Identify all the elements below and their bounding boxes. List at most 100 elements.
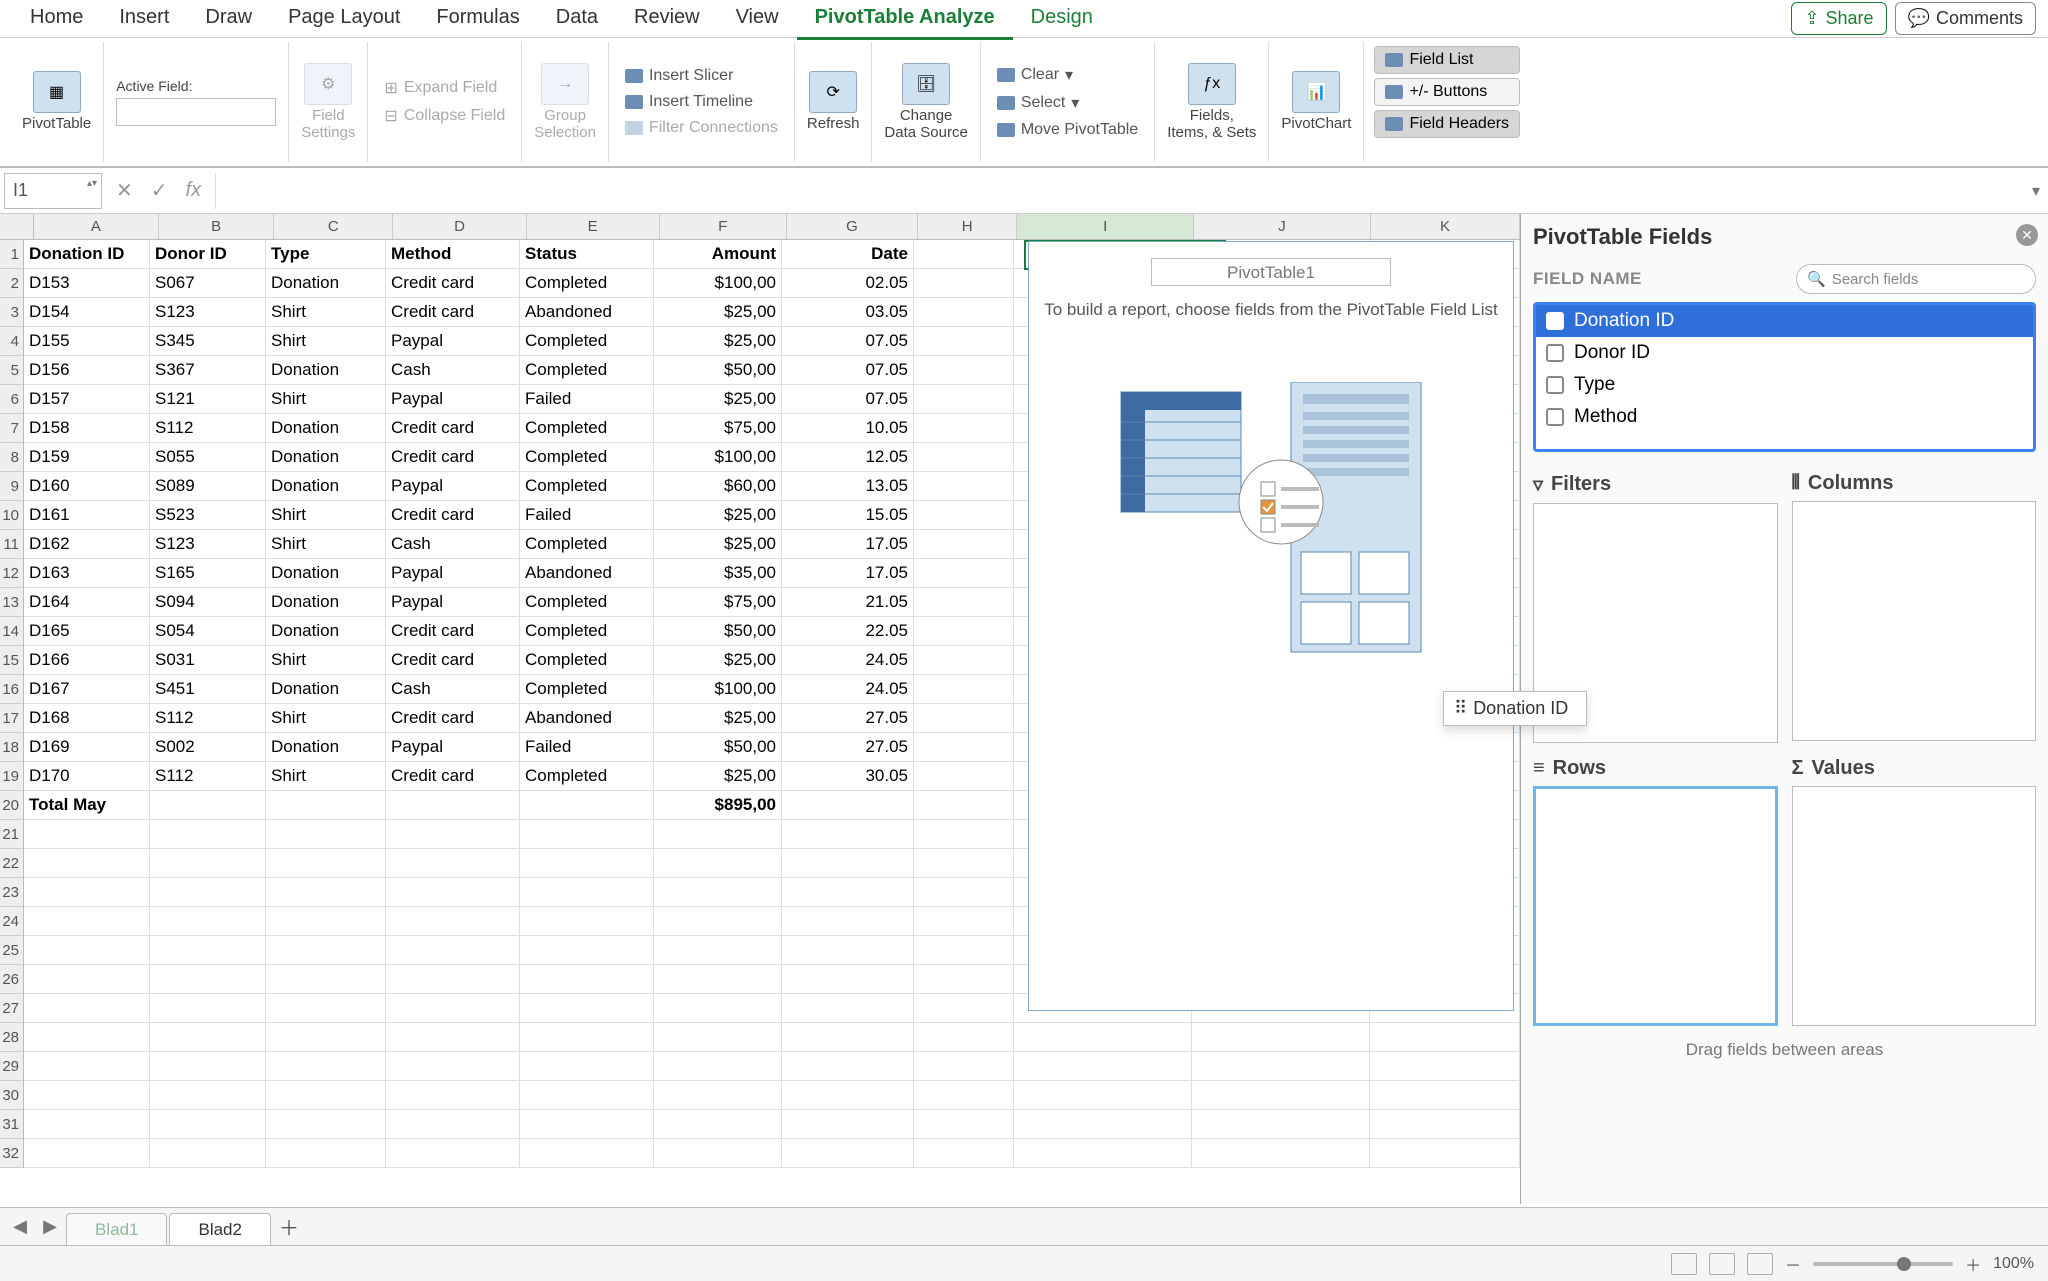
- cell[interactable]: [654, 965, 782, 994]
- view-normal-icon[interactable]: [1671, 1253, 1697, 1275]
- field-item-donor-id[interactable]: Donor ID: [1536, 337, 2033, 369]
- cell[interactable]: Date: [782, 240, 914, 269]
- cell[interactable]: $25,00: [654, 327, 782, 356]
- cell[interactable]: Donation: [266, 617, 386, 646]
- row-header[interactable]: 31: [0, 1110, 23, 1139]
- row-header[interactable]: 29: [0, 1052, 23, 1081]
- col-header-C[interactable]: C: [274, 214, 393, 239]
- cell[interactable]: S054: [150, 617, 266, 646]
- cell[interactable]: [266, 907, 386, 936]
- cell[interactable]: [520, 1081, 654, 1110]
- row-header[interactable]: 22: [0, 849, 23, 878]
- cell[interactable]: [386, 907, 520, 936]
- select-button[interactable]: Select ▾: [993, 90, 1084, 116]
- cell[interactable]: Shirt: [266, 501, 386, 530]
- cell[interactable]: S451: [150, 675, 266, 704]
- cell[interactable]: [1014, 1081, 1192, 1110]
- tab-review[interactable]: Review: [616, 0, 718, 40]
- share-button[interactable]: ⇪Share: [1791, 2, 1886, 35]
- select-all-corner[interactable]: [0, 214, 34, 239]
- refresh-button[interactable]: ⟳ Refresh: [795, 42, 873, 162]
- zoom-level[interactable]: 100%: [1993, 1255, 2034, 1273]
- cell[interactable]: Abandoned: [520, 298, 654, 327]
- cell[interactable]: Credit card: [386, 617, 520, 646]
- cell[interactable]: [150, 791, 266, 820]
- columns-drop-zone[interactable]: ⫴Columns: [1792, 472, 2037, 743]
- cell[interactable]: D168: [24, 704, 150, 733]
- cell[interactable]: Completed: [520, 269, 654, 298]
- cell[interactable]: [914, 269, 1014, 298]
- row-header[interactable]: 6: [0, 385, 23, 414]
- cell[interactable]: [654, 849, 782, 878]
- tab-formulas[interactable]: Formulas: [418, 0, 537, 40]
- cell[interactable]: Shirt: [266, 385, 386, 414]
- close-panel-button[interactable]: ✕: [2016, 224, 2038, 246]
- cell[interactable]: [914, 1081, 1014, 1110]
- row-header[interactable]: 8: [0, 443, 23, 472]
- table-row[interactable]: [24, 1081, 1520, 1110]
- cell[interactable]: $25,00: [654, 298, 782, 327]
- cell[interactable]: D170: [24, 762, 150, 791]
- view-page-break-icon[interactable]: [1747, 1253, 1773, 1275]
- group-selection-button[interactable]: → Group Selection: [522, 42, 609, 162]
- cell[interactable]: Cash: [386, 675, 520, 704]
- field-list-toggle[interactable]: Field List: [1374, 46, 1520, 74]
- cell[interactable]: [266, 1052, 386, 1081]
- row-header[interactable]: 19: [0, 762, 23, 791]
- cell[interactable]: [782, 1081, 914, 1110]
- cell[interactable]: [654, 994, 782, 1023]
- cell[interactable]: Completed: [520, 443, 654, 472]
- cell[interactable]: [386, 849, 520, 878]
- cell[interactable]: $75,00: [654, 414, 782, 443]
- cell[interactable]: Credit card: [386, 269, 520, 298]
- cell[interactable]: Abandoned: [520, 559, 654, 588]
- cell[interactable]: [150, 936, 266, 965]
- cell[interactable]: D158: [24, 414, 150, 443]
- fields-items-sets-button[interactable]: ƒx Fields, Items, & Sets: [1155, 42, 1269, 162]
- cell[interactable]: Shirt: [266, 298, 386, 327]
- cell[interactable]: Donation: [266, 733, 386, 762]
- cell[interactable]: [782, 1110, 914, 1139]
- cell[interactable]: [150, 965, 266, 994]
- cell[interactable]: [914, 472, 1014, 501]
- cell[interactable]: [914, 1110, 1014, 1139]
- cell[interactable]: 03.05: [782, 298, 914, 327]
- cell[interactable]: [654, 1110, 782, 1139]
- rows-drop-zone[interactable]: ≡Rows ⠿Donation ID: [1533, 757, 1778, 1026]
- field-headers-toggle[interactable]: Field Headers: [1374, 110, 1520, 138]
- row-header[interactable]: 20: [0, 791, 23, 820]
- cell[interactable]: S094: [150, 588, 266, 617]
- cell[interactable]: [1014, 1023, 1192, 1052]
- cell[interactable]: $50,00: [654, 733, 782, 762]
- cell[interactable]: [914, 617, 1014, 646]
- cell[interactable]: [914, 1139, 1014, 1168]
- cell[interactable]: [520, 791, 654, 820]
- cell[interactable]: [654, 878, 782, 907]
- cell[interactable]: D155: [24, 327, 150, 356]
- cell[interactable]: [150, 1139, 266, 1168]
- cell[interactable]: [520, 849, 654, 878]
- cell[interactable]: S112: [150, 762, 266, 791]
- cell[interactable]: [266, 820, 386, 849]
- cell[interactable]: Method: [386, 240, 520, 269]
- table-row[interactable]: [24, 1023, 1520, 1052]
- tab-pivottable-analyze[interactable]: PivotTable Analyze: [797, 0, 1013, 40]
- cell[interactable]: 10.05: [782, 414, 914, 443]
- sheet-next-button[interactable]: ▶: [36, 1213, 64, 1241]
- cell[interactable]: Donation: [266, 269, 386, 298]
- cell[interactable]: [150, 878, 266, 907]
- cell[interactable]: [914, 646, 1014, 675]
- row-header[interactable]: 13: [0, 588, 23, 617]
- cell[interactable]: [24, 1110, 150, 1139]
- cell[interactable]: [266, 994, 386, 1023]
- cell[interactable]: [24, 994, 150, 1023]
- cell[interactable]: [24, 965, 150, 994]
- cell[interactable]: [914, 327, 1014, 356]
- cell[interactable]: [914, 936, 1014, 965]
- cell[interactable]: [782, 791, 914, 820]
- cell[interactable]: [150, 1023, 266, 1052]
- cell[interactable]: Paypal: [386, 559, 520, 588]
- checkbox[interactable]: [1546, 344, 1564, 362]
- cell[interactable]: [914, 501, 1014, 530]
- cell[interactable]: Donation: [266, 414, 386, 443]
